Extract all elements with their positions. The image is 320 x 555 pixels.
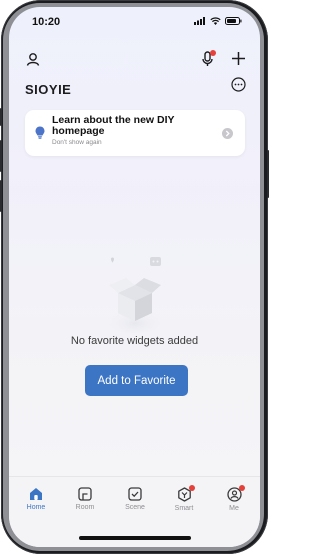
signal-icon bbox=[194, 17, 205, 25]
microphone-button[interactable] bbox=[201, 50, 217, 69]
app-screen: 10:20 SIOYIE Learn about the new DIY hom… bbox=[9, 7, 260, 547]
chevron-right-icon[interactable] bbox=[222, 128, 233, 139]
tab-home-label: Home bbox=[26, 504, 46, 511]
tab-me-label: Me bbox=[229, 505, 239, 512]
tab-room-label: Room bbox=[75, 504, 95, 511]
add-to-favorite-button[interactable]: Add to Favorite bbox=[85, 365, 188, 396]
diy-homepage-banner[interactable]: Learn about the new DIY homepage Don't s… bbox=[25, 110, 245, 156]
battery-icon bbox=[225, 17, 242, 25]
plus-icon[interactable] bbox=[231, 51, 246, 66]
tab-home[interactable]: Home bbox=[16, 487, 56, 511]
empty-state-message: No favorite widgets added bbox=[70, 335, 199, 347]
room-icon bbox=[78, 487, 92, 501]
me-badge bbox=[239, 485, 245, 491]
microphone-badge bbox=[210, 50, 216, 56]
power-button bbox=[267, 150, 269, 198]
more-icon[interactable] bbox=[231, 77, 246, 92]
bottom-tab-bar: Home Room Scene Smart Me bbox=[9, 476, 260, 547]
volume-down-button bbox=[0, 180, 2, 212]
user-icon[interactable] bbox=[26, 52, 40, 66]
tab-scene[interactable]: Scene bbox=[115, 487, 155, 511]
dont-show-again-link[interactable]: Don't show again bbox=[52, 139, 102, 146]
empty-box-icon bbox=[104, 257, 166, 333]
home-icon bbox=[30, 488, 42, 500]
home-indicator[interactable] bbox=[79, 536, 191, 540]
lightbulb-icon bbox=[35, 126, 45, 139]
status-time: 10:20 bbox=[32, 16, 61, 28]
banner-title: Learn about the new DIY homepage bbox=[52, 114, 175, 137]
tab-smart[interactable]: Smart bbox=[164, 485, 204, 512]
scene-icon bbox=[128, 487, 142, 501]
tab-smart-label: Smart bbox=[174, 505, 194, 512]
smart-badge bbox=[189, 485, 195, 491]
wifi-icon bbox=[210, 17, 221, 25]
tab-room[interactable]: Room bbox=[65, 487, 105, 511]
volume-up-button bbox=[0, 140, 2, 172]
tab-scene-label: Scene bbox=[125, 504, 145, 511]
home-name[interactable]: SIOYIE bbox=[25, 82, 71, 97]
tab-me[interactable]: Me bbox=[214, 485, 254, 512]
mute-switch bbox=[0, 108, 2, 126]
status-icons bbox=[194, 17, 242, 25]
